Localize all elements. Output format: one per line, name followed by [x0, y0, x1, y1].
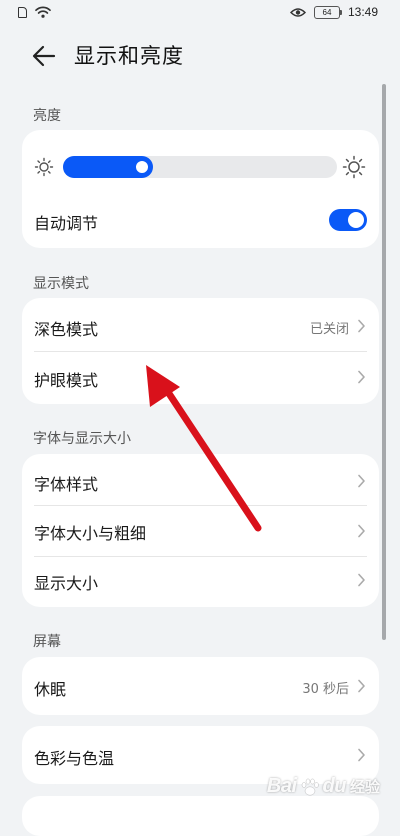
battery-level: 64 — [322, 7, 332, 17]
wifi-icon — [35, 6, 51, 18]
status-bar: 64 13:49 — [0, 0, 400, 28]
eye-comfort-icon — [289, 7, 306, 17]
sleep-label: 休眠 — [34, 680, 67, 699]
watermark-chinese: 经验 — [349, 779, 380, 796]
chevron-right-icon — [358, 679, 365, 693]
chevron-right-icon — [358, 319, 365, 333]
page-title: 显示和亮度 — [74, 44, 184, 68]
battery-icon: 64 — [313, 5, 342, 19]
auto-brightness-label: 自动调节 — [34, 214, 99, 233]
sleep-row[interactable]: 休眠 30 秒后 — [22, 657, 379, 715]
font-display-card: 字体样式 字体大小与粗细 显示大小 — [22, 454, 379, 607]
status-right: 64 13:49 — [289, 5, 378, 19]
display-size-label: 显示大小 — [34, 574, 99, 593]
brightness-slider[interactable] — [63, 156, 337, 178]
sleep-value: 30 秒后 — [302, 682, 349, 697]
toggle-knob — [348, 212, 364, 228]
status-left — [18, 6, 51, 18]
eye-comfort-row[interactable]: 护眼模式 — [22, 351, 379, 404]
section-label-font-display: 字体与显示大小 — [33, 431, 131, 447]
dark-mode-label: 深色模式 — [34, 320, 99, 339]
color-temperature-label: 色彩与色温 — [34, 749, 115, 768]
baidu-watermark: Bai du 经验 — [267, 775, 380, 798]
font-style-row[interactable]: 字体样式 — [22, 454, 379, 505]
section-label-display-mode: 显示模式 — [33, 276, 89, 292]
auto-brightness-toggle[interactable] — [329, 209, 367, 231]
brightness-card: 自动调节 — [22, 130, 379, 248]
section-label-screen: 屏幕 — [33, 634, 61, 650]
back-arrow-icon[interactable] — [30, 42, 58, 70]
brightness-slider-knob[interactable] — [134, 159, 150, 175]
display-size-row[interactable]: 显示大小 — [22, 556, 379, 607]
dark-mode-row[interactable]: 深色模式 已关闭 — [22, 298, 379, 351]
watermark-latin-suffix: du — [322, 775, 347, 797]
status-time: 13:49 — [347, 5, 378, 19]
screen-card: 休眠 30 秒后 — [22, 657, 379, 715]
chevron-right-icon — [358, 370, 365, 384]
sun-small-icon — [34, 157, 54, 177]
section-label-brightness: 亮度 — [33, 108, 61, 124]
chevron-right-icon — [358, 748, 365, 762]
sun-large-icon — [342, 155, 366, 179]
watermark-latin: Bai — [266, 775, 297, 797]
next-card-partial — [22, 796, 379, 836]
font-size-weight-row[interactable]: 字体大小与粗细 — [22, 505, 379, 556]
eye-comfort-label: 护眼模式 — [34, 371, 99, 390]
auto-brightness-row[interactable]: 自动调节 — [22, 196, 379, 244]
chevron-right-icon — [358, 573, 365, 587]
font-size-weight-label: 字体大小与粗细 — [34, 524, 147, 543]
display-mode-card: 深色模式 已关闭 护眼模式 — [22, 298, 379, 404]
paw-icon — [301, 778, 319, 795]
chevron-right-icon — [358, 524, 365, 538]
sim-card-icon — [18, 6, 27, 18]
chevron-right-icon — [358, 474, 365, 488]
page-header: 显示和亮度 — [0, 28, 400, 84]
font-style-label: 字体样式 — [34, 475, 99, 494]
scrollbar[interactable] — [382, 84, 386, 640]
dark-mode-value: 已关闭 — [309, 322, 349, 337]
